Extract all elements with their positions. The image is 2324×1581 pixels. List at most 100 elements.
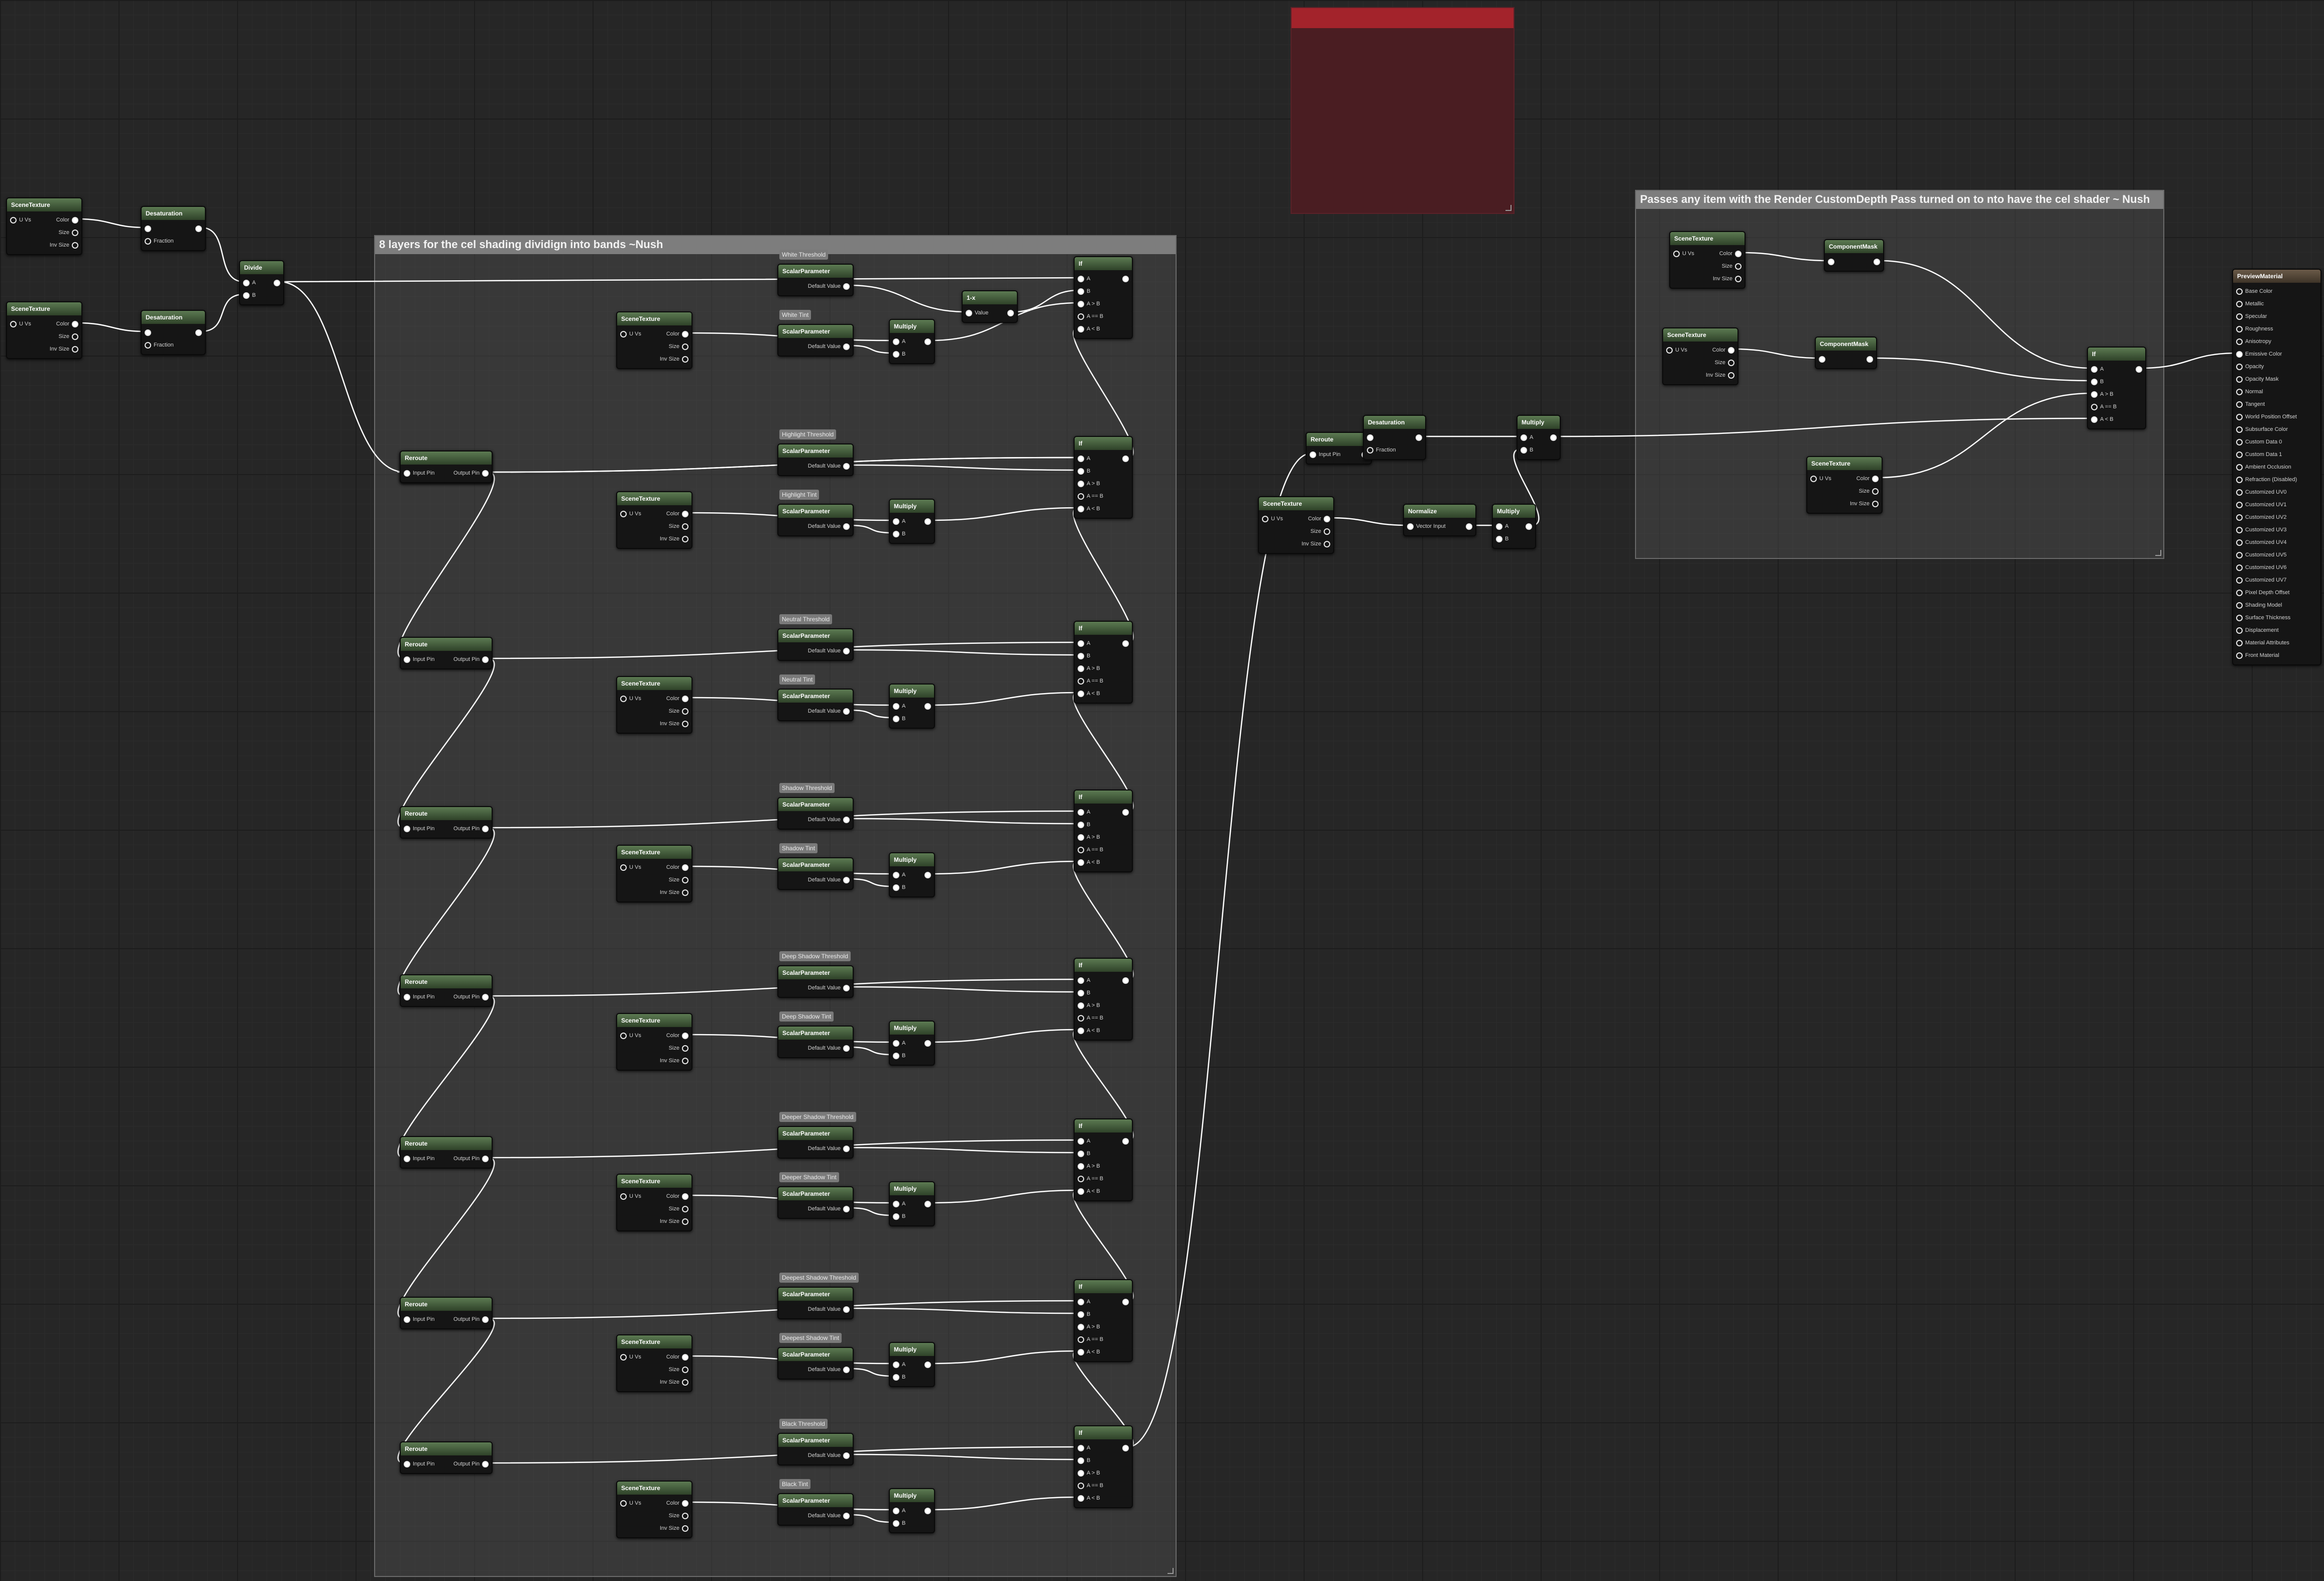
pin-connected-icon[interactable] [893,518,899,525]
pin-connected-icon[interactable] [1521,447,1527,454]
pin-connected-icon[interactable] [1828,259,1834,265]
pin-connected-icon[interactable] [1078,1138,1084,1145]
node-title[interactable]: Reroute [401,807,492,820]
pin-connected-icon[interactable] [72,217,78,223]
output-pin[interactable]: Color [666,694,688,703]
input-pin[interactable]: B [893,1373,905,1382]
pin-disconnected-icon[interactable] [682,536,688,542]
output-pin[interactable]: Color [666,863,688,872]
pin-disconnected-icon[interactable] [1728,360,1734,366]
multiply-node-3[interactable]: Multiply A B [889,852,935,897]
input-pin[interactable] [1367,433,1376,442]
pin-disconnected-icon[interactable] [620,331,627,337]
input-pin[interactable] [145,328,154,337]
input-pin[interactable]: A [893,1360,905,1369]
output-pin[interactable] [922,337,931,346]
input-pin[interactable]: B [1078,988,1090,997]
pin-connected-icon[interactable] [243,292,250,299]
node-title[interactable]: Reroute [401,975,492,988]
output-pin[interactable]: Default Value [808,815,850,824]
output-pin[interactable]: Inv Size [660,1378,688,1387]
pin-connected-icon[interactable] [195,225,202,232]
comment-title[interactable]: 8 layers for the cel shading dividign in… [375,236,1176,254]
pin-connected-icon[interactable] [843,877,850,883]
node-title[interactable]: ComponentMask [1816,337,1876,351]
pin-connected-icon[interactable] [72,321,78,327]
pin-disconnected-icon[interactable] [1735,276,1741,282]
node-title[interactable]: ScalarParameter [778,1494,853,1507]
node-title[interactable]: ScalarParameter [778,966,853,979]
node-title[interactable]: SceneTexture [617,1014,691,1027]
output-pin[interactable]: Default Value [808,1365,850,1374]
comment-warning[interactable] [1291,7,1515,214]
output-pin[interactable]: Default Value [808,522,850,531]
node-title[interactable]: Multiply [890,500,934,513]
material-input-pin[interactable]: Pixel Depth Offset [2236,588,2289,597]
pin-connected-icon[interactable] [682,696,688,702]
input-pin[interactable]: A [893,1039,905,1048]
pin-connected-icon[interactable] [404,1156,410,1162]
pin-connected-icon[interactable] [404,994,410,1000]
pin-connected-icon[interactable] [1872,476,1879,482]
pin-disconnected-icon[interactable] [1078,847,1084,853]
input-pin[interactable]: B [1521,445,1533,455]
pin-connected-icon[interactable] [1078,859,1084,866]
pin-connected-icon[interactable] [924,1040,931,1047]
pin-connected-icon[interactable] [893,1362,899,1368]
input-pin[interactable]: U Vs [620,863,641,872]
pin-connected-icon[interactable] [1078,990,1084,996]
output-pin[interactable] [922,870,931,879]
pin-connected-icon[interactable] [1078,834,1084,841]
output-pin[interactable]: Size [59,228,78,237]
pin-connected-icon[interactable] [843,1367,850,1373]
pin-connected-icon[interactable] [1078,456,1084,462]
output-pin[interactable]: Default Value [808,1451,850,1460]
pin-disconnected-icon[interactable] [620,696,627,702]
node-title[interactable]: Reroute [401,1298,492,1311]
material-input-pin[interactable]: Customized UV7 [2236,576,2287,585]
input-pin[interactable]: A > B [1078,1001,1100,1010]
scene-texture-node-layer-6[interactable]: SceneTexture U Vs Color Size Inv Size [616,1334,692,1392]
output-pin[interactable]: Color [666,1499,688,1508]
input-pin[interactable]: B [243,291,256,300]
node-title[interactable]: ScalarParameter [778,690,853,703]
pin-disconnected-icon[interactable] [620,1193,627,1200]
pin-disconnected-icon[interactable] [682,877,688,883]
node-title[interactable]: Multiply [890,853,934,866]
output-pin[interactable]: Output Pin [453,1459,489,1469]
output-pin[interactable]: Color [1719,249,1741,258]
pin-connected-icon[interactable] [1078,1457,1084,1464]
output-pin[interactable]: Output Pin [453,655,489,664]
input-pin[interactable]: U Vs [1673,249,1694,258]
output-pin[interactable] [1005,308,1014,317]
pin-disconnected-icon[interactable] [2236,640,2243,646]
scene-texture-node-layer-5[interactable]: SceneTexture U Vs Color Size Inv Size [616,1174,692,1231]
material-input-pin[interactable]: Customized UV1 [2236,500,2287,509]
pin-connected-icon[interactable] [924,1201,931,1207]
pin-connected-icon[interactable] [843,1045,850,1052]
output-pin[interactable]: Inv Size [660,534,688,543]
output-pin[interactable]: Color [1308,514,1330,523]
node-title[interactable]: SceneTexture [617,492,691,505]
pin-disconnected-icon[interactable] [10,217,17,223]
pin-disconnected-icon[interactable] [2091,404,2098,410]
input-pin[interactable]: B [1078,1149,1090,1158]
input-pin[interactable]: Input Pin [404,992,434,1001]
input-pin[interactable] [145,224,154,233]
node-title[interactable]: SceneTexture [7,302,81,315]
input-pin[interactable]: A [2091,365,2104,374]
input-pin[interactable] [1819,355,1828,364]
output-pin[interactable]: Inv Size [1302,539,1330,548]
pin-disconnected-icon[interactable] [10,321,17,327]
node-title[interactable]: SceneTexture [617,846,691,859]
multiply-node-1[interactable]: Multiply A B [889,499,935,544]
reroute-node-main[interactable]: Reroute Input Pin [1306,432,1372,465]
pin-disconnected-icon[interactable] [2236,602,2243,609]
input-pin[interactable]: B [893,350,905,359]
resize-handle-icon[interactable] [2155,550,2161,556]
pin-connected-icon[interactable] [1466,523,1472,530]
input-pin[interactable]: B [2091,377,2104,386]
input-pin[interactable]: A > B [1078,479,1100,488]
output-pin[interactable] [1864,355,1873,364]
scene-texture-node-cd-2[interactable]: SceneTexture U Vs Color Size Inv Size [1662,327,1738,385]
